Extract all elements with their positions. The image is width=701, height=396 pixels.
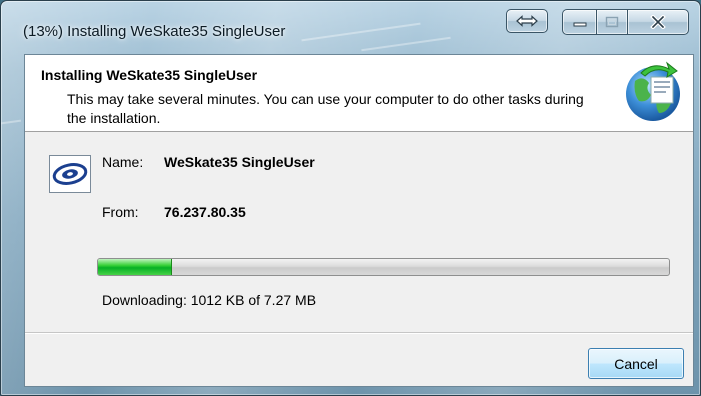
from-value: 76.237.80.35 [164,204,246,220]
download-status: Downloading: 1012 KB of 7.27 MB [102,292,317,308]
download-progress-bar [97,258,670,276]
globe-install-icon [626,61,680,121]
dialog-header: Installing WeSkate35 SingleUser This may… [25,55,693,132]
glass-streak [301,22,421,42]
switch-window-button[interactable] [506,9,548,33]
cancel-button[interactable]: Cancel [588,348,684,379]
footer-divider [25,332,693,334]
dialog-client-area: Installing WeSkate35 SingleUser This may… [24,54,694,387]
name-value: WeSkate35 SingleUser [164,154,315,170]
glass-streak [0,119,22,125]
clickonce-app-icon [49,155,91,193]
glass-streak [361,36,451,52]
header-title: Installing WeSkate35 SingleUser [41,67,258,83]
maximize-icon [605,16,619,28]
name-label: Name: [102,154,144,170]
from-label: From: [102,204,139,220]
minimize-icon [573,22,586,27]
maximize-button[interactable] [596,9,627,35]
close-button[interactable] [627,9,689,35]
close-icon [650,15,666,29]
minimize-button[interactable] [562,9,596,35]
double-arrow-icon [516,15,538,27]
installer-window: (13%) Installing WeSkate35 SingleUser In… [0,0,701,396]
header-description: This may take several minutes. You can u… [67,91,584,126]
progress-fill [98,259,173,275]
window-title: (13%) Installing WeSkate35 SingleUser [23,23,286,40]
